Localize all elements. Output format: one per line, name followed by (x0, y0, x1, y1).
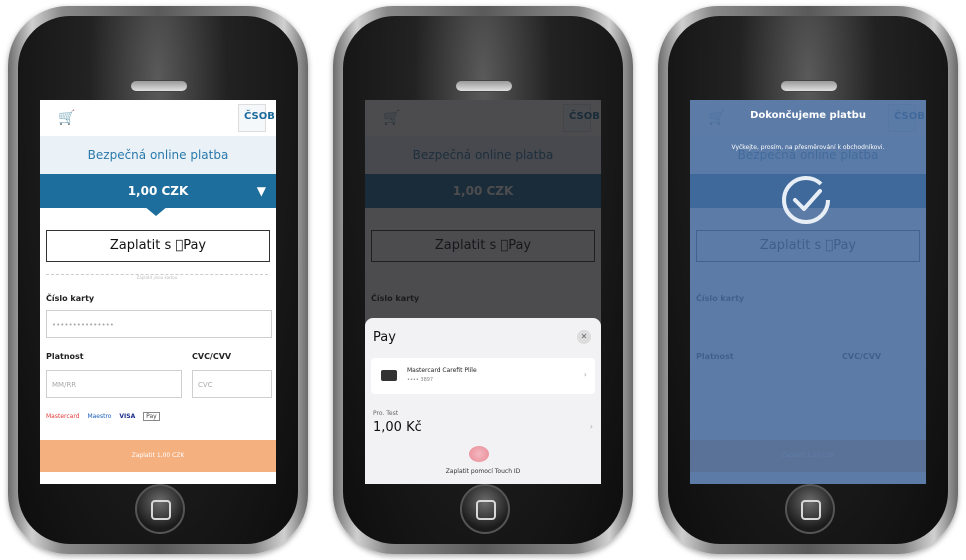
amount-value: 1,00 CZK (127, 184, 189, 198)
card-name: Mastercard Carefit Plíle (407, 367, 477, 374)
touch-id-label: Zaplatit pomocí Touch ID (445, 468, 521, 475)
earpiece (130, 80, 188, 92)
expiry-input[interactable]: MM/RR (46, 370, 182, 398)
apple-pay-sheet: Pay ✕ Mastercard Carefit Plíle •••• 3897… (365, 318, 601, 484)
applepay-screen: 🛒 ČSOB Bezpečná online platba 1,00 CZK Z… (365, 100, 601, 484)
checkout-screen: 🛒 ČSOB Bezpečná online platba 1,00 CZK ▼… (40, 100, 276, 484)
processing-subtitle: Vyčkejte, prosím, na přesměrování k obch… (731, 144, 885, 151)
card-brands: Mastercard Maestro VISA Pay (46, 412, 166, 421)
chevron-right-icon: › (589, 422, 593, 431)
home-button[interactable] (460, 484, 510, 534)
checkmark-circle-icon (782, 176, 830, 224)
apple-pay-label: Pay (373, 330, 396, 345)
card-number-input[interactable]: ••••••••••••••• (46, 310, 272, 338)
card-selector[interactable]: Mastercard Carefit Plíle •••• 3897 › (371, 358, 595, 394)
merchant-name: Pro. Test (373, 410, 399, 417)
apple-pay-button[interactable]: Zaplatit s Pay (46, 230, 270, 262)
pay-submit-button[interactable]: Zaplatit 1,00 CZK (40, 440, 276, 472)
earpiece (455, 80, 513, 92)
home-button[interactable] (785, 484, 835, 534)
checkout-header: 🛒 ČSOB (40, 100, 276, 136)
total-amount: 1,00 Kč (373, 420, 422, 435)
card-number-label: Číslo karty (46, 294, 95, 303)
card-number: •••• 3897 (407, 377, 434, 383)
apple-pay-title: Pay (373, 330, 396, 345)
amount-notch (144, 206, 168, 216)
card-icon (381, 370, 397, 381)
divider: Zaplatit jinou kartou (46, 274, 268, 283)
phone-1: 🛒 ČSOB Bezpečná online platba 1,00 CZK ▼… (8, 6, 308, 554)
processing-title: Dokončujeme platbu (750, 110, 866, 121)
fingerprint-icon[interactable] (469, 446, 489, 462)
home-button[interactable] (135, 484, 185, 534)
cvc-label: CVC/CVV (192, 352, 232, 361)
maestro-icon: Maestro (87, 413, 112, 420)
mastercard-icon: Mastercard (46, 413, 80, 420)
page-title: Bezpečná online platba (40, 136, 276, 174)
amount-bar[interactable]: 1,00 CZK ▼ (40, 174, 276, 208)
processing-overlay (690, 100, 926, 484)
phone-3: 🛒 ČSOB Bezpečná online platba Zaplatit s… (658, 6, 958, 554)
triangle-down-icon[interactable]: ▼ (257, 174, 266, 208)
finishing-screen: 🛒 ČSOB Bezpečná online platba Zaplatit s… (690, 100, 926, 484)
chevron-right-icon: › (583, 370, 587, 379)
cvc-input[interactable]: CVC (192, 370, 272, 398)
close-icon[interactable]: ✕ (577, 330, 591, 344)
visa-icon: VISA (119, 413, 136, 420)
applepay-icon: Pay (143, 412, 160, 421)
bank-logo: ČSOB (238, 104, 275, 132)
expiry-label: Platnost (46, 352, 84, 361)
cart-icon[interactable]: 🛒 (58, 110, 75, 126)
earpiece (780, 80, 838, 92)
phone-2: 🛒 ČSOB Bezpečná online platba 1,00 CZK Z… (333, 6, 633, 554)
